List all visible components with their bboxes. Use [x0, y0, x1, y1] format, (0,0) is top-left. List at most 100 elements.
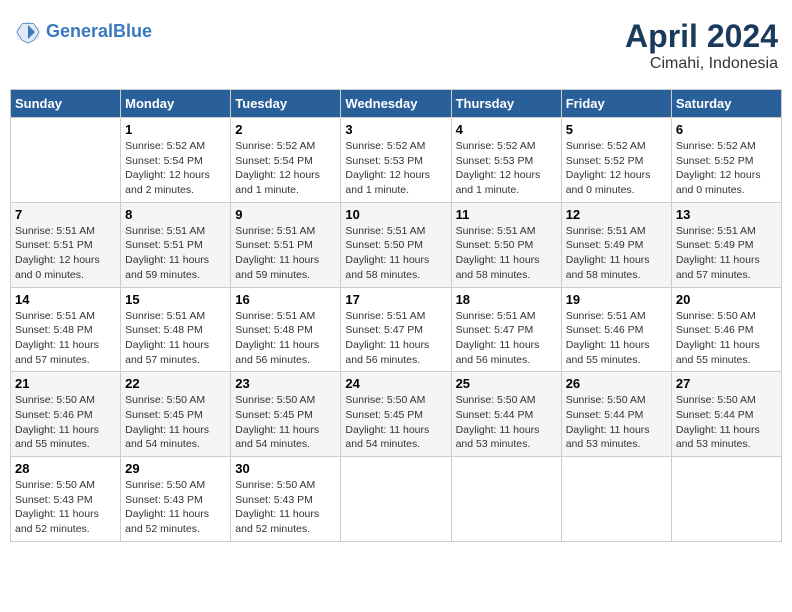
- day-info: Sunrise: 5:51 AMSunset: 5:48 PMDaylight:…: [235, 309, 336, 368]
- day-number: 15: [125, 292, 226, 307]
- location-title: Cimahi, Indonesia: [625, 55, 778, 73]
- calendar-cell: 4Sunrise: 5:52 AMSunset: 5:53 PMDaylight…: [451, 118, 561, 203]
- day-info: Sunrise: 5:50 AMSunset: 5:46 PMDaylight:…: [676, 309, 777, 368]
- day-number: 30: [235, 461, 336, 476]
- calendar-table: SundayMondayTuesdayWednesdayThursdayFrid…: [10, 89, 782, 542]
- day-number: 25: [456, 376, 557, 391]
- calendar-cell: 10 Sunrise: 5:51 AMSunset: 5:50 PMDayligh…: [341, 202, 451, 287]
- day-number: 5: [566, 122, 667, 137]
- day-info: Sunrise: 5:50 AMSunset: 5:45 PMDaylight:…: [235, 393, 336, 452]
- day-number: 7: [15, 207, 116, 222]
- day-number: 23: [235, 376, 336, 391]
- weekday-sunday: Sunday: [11, 90, 121, 118]
- day-info: Sunrise: 5:50 AMSunset: 5:46 PMDaylight:…: [15, 393, 116, 452]
- day-number: 16: [235, 292, 336, 307]
- calendar-cell: [671, 457, 781, 542]
- calendar-body: 1 Sunrise: 5:52 AMSunset: 5:54 PMDaylight…: [11, 118, 782, 542]
- calendar-cell: 7 Sunrise: 5:51 AMSunset: 5:51 PMDaylight…: [11, 202, 121, 287]
- day-number: 18: [456, 292, 557, 307]
- day-number: 21: [15, 376, 116, 391]
- day-info: Sunrise: 5:51 AMSunset: 5:49 PMDaylight:…: [676, 224, 777, 283]
- calendar-cell: 26 Sunrise: 5:50 AMSunset: 5:44 PMDayligh…: [561, 372, 671, 457]
- day-info: Sunrise: 5:50 AMSunset: 5:45 PMDaylight:…: [345, 393, 446, 452]
- calendar-cell: 15Sunrise: 5:51 AMSunset: 5:48 PMDayligh…: [121, 287, 231, 372]
- day-number: 8: [125, 207, 226, 222]
- title-block: April 2024 Cimahi, Indonesia: [625, 18, 778, 73]
- day-info: Sunrise: 5:51 AMSunset: 5:49 PMDaylight:…: [566, 224, 667, 283]
- calendar-cell: 23 Sunrise: 5:50 AMSunset: 5:45 PMDayligh…: [231, 372, 341, 457]
- day-info: Sunrise: 5:52 AMSunset: 5:53 PMDaylight:…: [456, 139, 557, 198]
- day-number: 9: [235, 207, 336, 222]
- calendar-cell: 5 Sunrise: 5:52 AMSunset: 5:52 PMDaylight…: [561, 118, 671, 203]
- day-number: 27: [676, 376, 777, 391]
- calendar-cell: 16 Sunrise: 5:51 AMSunset: 5:48 PMDayligh…: [231, 287, 341, 372]
- calendar-cell: 30 Sunrise: 5:50 AMSunset: 5:43 PMDayligh…: [231, 457, 341, 542]
- calendar-cell: 25 Sunrise: 5:50 AMSunset: 5:44 PMDayligh…: [451, 372, 561, 457]
- calendar-cell: [341, 457, 451, 542]
- weekday-tuesday: Tuesday: [231, 90, 341, 118]
- logo: GeneralBlue: [14, 18, 152, 46]
- day-info: Sunrise: 5:51 AMSunset: 5:47 PMDaylight:…: [345, 309, 446, 368]
- day-info: Sunrise: 5:51 AMSunset: 5:51 PMDaylight:…: [15, 224, 116, 283]
- day-number: 6: [676, 122, 777, 137]
- calendar-week-3: 14 Sunrise: 5:51 AMSunset: 5:48 PMDayligh…: [11, 287, 782, 372]
- day-number: 24: [345, 376, 446, 391]
- calendar-week-5: 28 Sunrise: 5:50 AMSunset: 5:43 PMDayligh…: [11, 457, 782, 542]
- logo-icon: [14, 18, 42, 46]
- calendar-cell: 11Sunrise: 5:51 AMSunset: 5:50 PMDayligh…: [451, 202, 561, 287]
- calendar-cell: 18 Sunrise: 5:51 AMSunset: 5:47 PMDayligh…: [451, 287, 561, 372]
- calendar-cell: 6 Sunrise: 5:52 AMSunset: 5:52 PMDaylight…: [671, 118, 781, 203]
- day-info: Sunrise: 5:51 AMSunset: 5:50 PMDaylight:…: [345, 224, 446, 283]
- day-info: Sunrise: 5:51 AMSunset: 5:51 PMDaylight:…: [125, 224, 226, 283]
- day-number: 1: [125, 122, 226, 137]
- calendar-cell: 20 Sunrise: 5:50 AMSunset: 5:46 PMDayligh…: [671, 287, 781, 372]
- calendar-cell: 8 Sunrise: 5:51 AMSunset: 5:51 PMDaylight…: [121, 202, 231, 287]
- calendar-cell: 28Sunrise: 5:50 AMSunset: 5:43 PMDayligh…: [11, 457, 121, 542]
- day-info: Sunrise: 5:50 AMSunset: 5:43 PMDaylight:…: [235, 478, 336, 537]
- day-number: 11: [456, 207, 557, 222]
- day-number: 14: [15, 292, 116, 307]
- calendar-cell: [451, 457, 561, 542]
- weekday-header-row: SundayMondayTuesdayWednesdayThursdayFrid…: [11, 90, 782, 118]
- weekday-saturday: Saturday: [671, 90, 781, 118]
- calendar-week-1: 1 Sunrise: 5:52 AMSunset: 5:54 PMDaylight…: [11, 118, 782, 203]
- calendar-cell: 2Sunrise: 5:52 AMSunset: 5:54 PMDaylight…: [231, 118, 341, 203]
- day-info: Sunrise: 5:52 AMSunset: 5:54 PMDaylight:…: [125, 139, 226, 198]
- day-info: Sunrise: 5:50 AMSunset: 5:44 PMDaylight:…: [456, 393, 557, 452]
- calendar-cell: 1 Sunrise: 5:52 AMSunset: 5:54 PMDaylight…: [121, 118, 231, 203]
- day-info: Sunrise: 5:50 AMSunset: 5:44 PMDaylight:…: [566, 393, 667, 452]
- day-info: Sunrise: 5:50 AMSunset: 5:43 PMDaylight:…: [125, 478, 226, 537]
- day-number: 12: [566, 207, 667, 222]
- day-info: Sunrise: 5:50 AMSunset: 5:44 PMDaylight:…: [676, 393, 777, 452]
- page-header: GeneralBlue April 2024 Cimahi, Indonesia: [10, 10, 782, 81]
- calendar-cell: 14Sunrise: 5:51 AMSunset: 5:48 PMDayligh…: [11, 287, 121, 372]
- calendar-cell: 3 Sunrise: 5:52 AMSunset: 5:53 PMDaylight…: [341, 118, 451, 203]
- day-number: 26: [566, 376, 667, 391]
- day-number: 10: [345, 207, 446, 222]
- day-info: Sunrise: 5:52 AMSunset: 5:52 PMDaylight:…: [566, 139, 667, 198]
- calendar-cell: 27 Sunrise: 5:50 AMSunset: 5:44 PMDayligh…: [671, 372, 781, 457]
- day-number: 28: [15, 461, 116, 476]
- day-info: Sunrise: 5:51 AMSunset: 5:51 PMDaylight:…: [235, 224, 336, 283]
- calendar-cell: 19 Sunrise: 5:51 AMSunset: 5:46 PMDayligh…: [561, 287, 671, 372]
- day-number: 13: [676, 207, 777, 222]
- day-number: 29: [125, 461, 226, 476]
- calendar-cell: 17Sunrise: 5:51 AMSunset: 5:47 PMDayligh…: [341, 287, 451, 372]
- calendar-cell: [11, 118, 121, 203]
- day-info: Sunrise: 5:52 AMSunset: 5:52 PMDaylight:…: [676, 139, 777, 198]
- month-title: April 2024: [625, 18, 778, 55]
- calendar-cell: 22Sunrise: 5:50 AMSunset: 5:45 PMDayligh…: [121, 372, 231, 457]
- calendar-week-4: 21 Sunrise: 5:50 AMSunset: 5:46 PMDayligh…: [11, 372, 782, 457]
- day-number: 19: [566, 292, 667, 307]
- logo-text: GeneralBlue: [46, 22, 152, 42]
- day-number: 2: [235, 122, 336, 137]
- day-number: 3: [345, 122, 446, 137]
- day-info: Sunrise: 5:52 AMSunset: 5:53 PMDaylight:…: [345, 139, 446, 198]
- day-info: Sunrise: 5:51 AMSunset: 5:47 PMDaylight:…: [456, 309, 557, 368]
- day-info: Sunrise: 5:50 AMSunset: 5:45 PMDaylight:…: [125, 393, 226, 452]
- day-number: 20: [676, 292, 777, 307]
- calendar-week-2: 7 Sunrise: 5:51 AMSunset: 5:51 PMDaylight…: [11, 202, 782, 287]
- day-info: Sunrise: 5:51 AMSunset: 5:46 PMDaylight:…: [566, 309, 667, 368]
- calendar-cell: 29 Sunrise: 5:50 AMSunset: 5:43 PMDayligh…: [121, 457, 231, 542]
- weekday-friday: Friday: [561, 90, 671, 118]
